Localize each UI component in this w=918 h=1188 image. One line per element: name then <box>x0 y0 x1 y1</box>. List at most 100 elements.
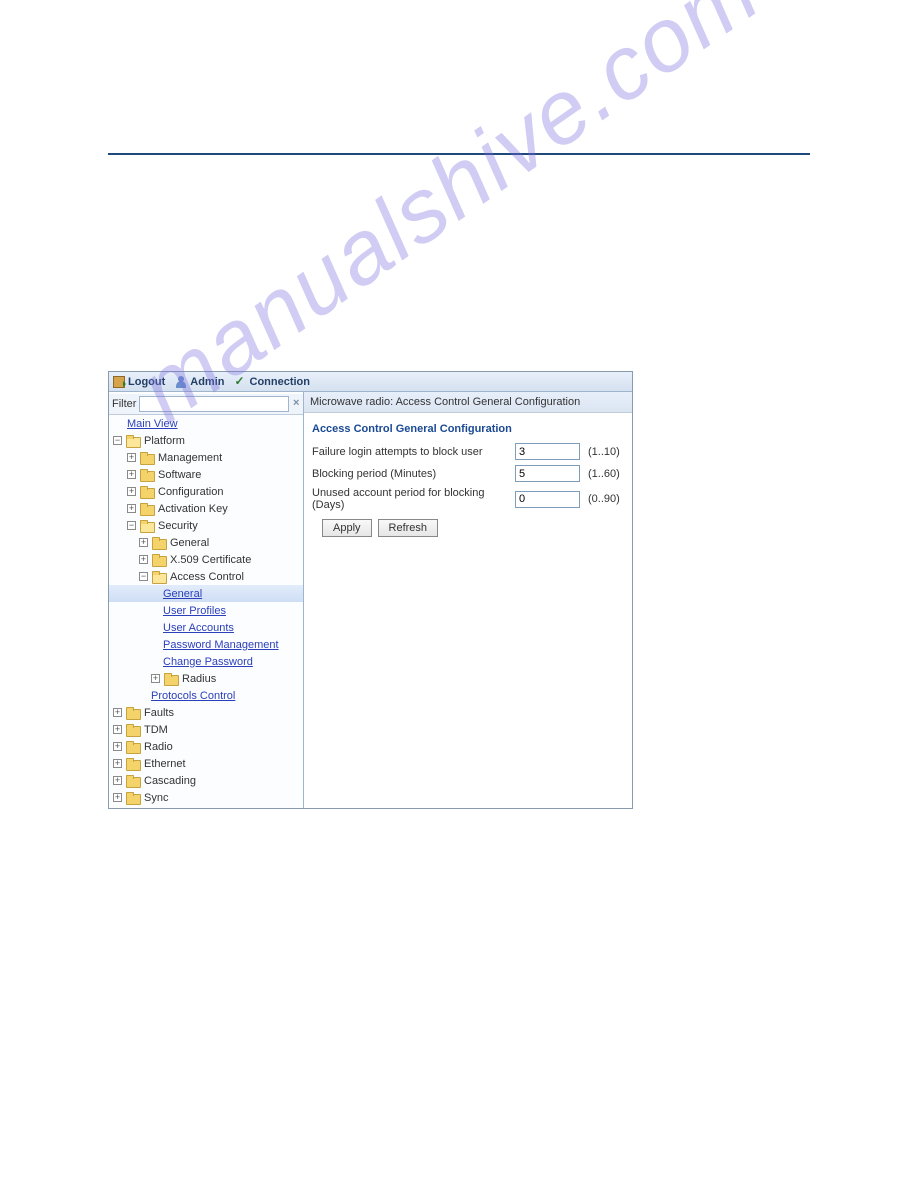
plus-icon[interactable]: + <box>113 793 122 802</box>
tree-ac-password-mgmt[interactable]: Password Management <box>109 636 303 653</box>
user-icon <box>175 376 187 388</box>
tree-security-general[interactable]: + General <box>109 534 303 551</box>
ac-password-mgmt-label: Password Management <box>163 639 279 651</box>
tdm-label: TDM <box>144 724 168 736</box>
folder-icon <box>140 503 153 514</box>
ac-radius-label: Radius <box>182 673 216 685</box>
plus-icon[interactable]: + <box>127 487 136 496</box>
plus-icon[interactable]: + <box>151 674 160 683</box>
folder-icon <box>126 724 139 735</box>
minus-icon[interactable]: − <box>139 572 148 581</box>
protocols-control-label: Protocols Control <box>151 690 235 702</box>
tree-configuration[interactable]: + Configuration <box>109 483 303 500</box>
tree-management[interactable]: + Management <box>109 449 303 466</box>
ac-change-password-label: Change Password <box>163 656 253 668</box>
admin-button[interactable]: Admin <box>175 376 224 388</box>
activation-key-label: Activation Key <box>158 503 228 515</box>
tree-protocols-control[interactable]: Protocols Control <box>109 687 303 704</box>
failure-attempts-hint: (1..10) <box>588 446 620 458</box>
plus-icon[interactable]: + <box>113 776 122 785</box>
row-unused-period: Unused account period for blocking (Days… <box>312 487 624 511</box>
breadcrumb: Microwave radio: Access Control General … <box>304 392 632 413</box>
access-control-label: Access Control <box>170 571 244 583</box>
configuration-label: Configuration <box>158 486 223 498</box>
tree-x509[interactable]: + X.509 Certificate <box>109 551 303 568</box>
plus-icon[interactable]: + <box>113 742 122 751</box>
tree-ac-radius[interactable]: + Radius <box>109 670 303 687</box>
software-label: Software <box>158 469 201 481</box>
blocking-period-hint: (1..60) <box>588 468 620 480</box>
faults-label: Faults <box>144 707 174 719</box>
folder-icon <box>140 469 153 480</box>
nav-tree: Main View − Platform + Management + <box>109 415 303 806</box>
tree-ethernet[interactable]: + Ethernet <box>109 755 303 772</box>
tree-main-view[interactable]: Main View <box>109 415 303 432</box>
failure-attempts-input[interactable] <box>515 443 580 460</box>
filter-label: Filter <box>112 398 136 410</box>
platform-label: Platform <box>144 435 185 447</box>
folder-icon <box>126 775 139 786</box>
folder-icon <box>126 758 139 769</box>
folder-icon <box>126 741 139 752</box>
plus-icon[interactable]: + <box>113 759 122 768</box>
plus-icon[interactable]: + <box>127 453 136 462</box>
content-pane: Microwave radio: Access Control General … <box>304 392 632 808</box>
plus-icon[interactable]: + <box>113 725 122 734</box>
filter-input[interactable] <box>139 396 289 412</box>
failure-attempts-label: Failure login attempts to block user <box>312 446 510 458</box>
toolbar: Logout Admin ✓ Connection <box>109 372 632 392</box>
tree-cascading[interactable]: + Cascading <box>109 772 303 789</box>
ac-general-label: General <box>163 588 202 600</box>
tree-tdm[interactable]: + TDM <box>109 721 303 738</box>
blocking-period-input[interactable] <box>515 465 580 482</box>
minus-icon[interactable]: − <box>127 521 136 530</box>
tree-activation-key[interactable]: + Activation Key <box>109 500 303 517</box>
tree-ac-user-accounts[interactable]: User Accounts <box>109 619 303 636</box>
plus-icon[interactable]: + <box>127 504 136 513</box>
tree-platform[interactable]: − Platform <box>109 432 303 449</box>
unused-period-input[interactable] <box>515 491 580 508</box>
filter-bar: Filter × <box>109 394 303 415</box>
admin-label: Admin <box>190 376 224 388</box>
breadcrumb-text: Microwave radio: Access Control General … <box>310 396 580 408</box>
plus-icon[interactable]: + <box>139 555 148 564</box>
plus-icon[interactable]: + <box>113 708 122 717</box>
refresh-button[interactable]: Refresh <box>378 519 439 537</box>
ac-user-profiles-label: User Profiles <box>163 605 226 617</box>
tree-ac-user-profiles[interactable]: User Profiles <box>109 602 303 619</box>
plus-icon[interactable]: + <box>127 470 136 479</box>
folder-icon <box>152 537 165 548</box>
app-window: Logout Admin ✓ Connection Filter × Main … <box>108 371 633 809</box>
check-icon: ✓ <box>235 376 247 388</box>
folder-open-icon <box>126 435 139 446</box>
section-title: Access Control General Configuration <box>312 423 624 435</box>
logout-button[interactable]: Logout <box>113 376 165 388</box>
sync-label: Sync <box>144 792 168 804</box>
tree-ac-change-password[interactable]: Change Password <box>109 653 303 670</box>
security-label: Security <box>158 520 198 532</box>
folder-icon <box>140 486 153 497</box>
tree-access-control[interactable]: − Access Control <box>109 568 303 585</box>
tree-faults[interactable]: + Faults <box>109 704 303 721</box>
filter-clear-button[interactable]: × <box>292 397 300 411</box>
row-blocking-period: Blocking period (Minutes) (1..60) <box>312 465 624 482</box>
folder-open-icon <box>140 520 153 531</box>
connection-button[interactable]: ✓ Connection <box>235 376 311 388</box>
cascading-label: Cascading <box>144 775 196 787</box>
folder-icon <box>152 554 165 565</box>
tree-security[interactable]: − Security <box>109 517 303 534</box>
minus-icon[interactable]: − <box>113 436 122 445</box>
unused-period-label: Unused account period for blocking (Days… <box>312 487 510 511</box>
ethernet-label: Ethernet <box>144 758 186 770</box>
tree-ac-general[interactable]: General <box>109 585 303 602</box>
door-icon <box>113 376 125 388</box>
folder-icon <box>126 707 139 718</box>
security-general-label: General <box>170 537 209 549</box>
tree-radio[interactable]: + Radio <box>109 738 303 755</box>
apply-button[interactable]: Apply <box>322 519 372 537</box>
tree-sync[interactable]: + Sync <box>109 789 303 806</box>
management-label: Management <box>158 452 222 464</box>
logout-label: Logout <box>128 376 165 388</box>
plus-icon[interactable]: + <box>139 538 148 547</box>
tree-software[interactable]: + Software <box>109 466 303 483</box>
